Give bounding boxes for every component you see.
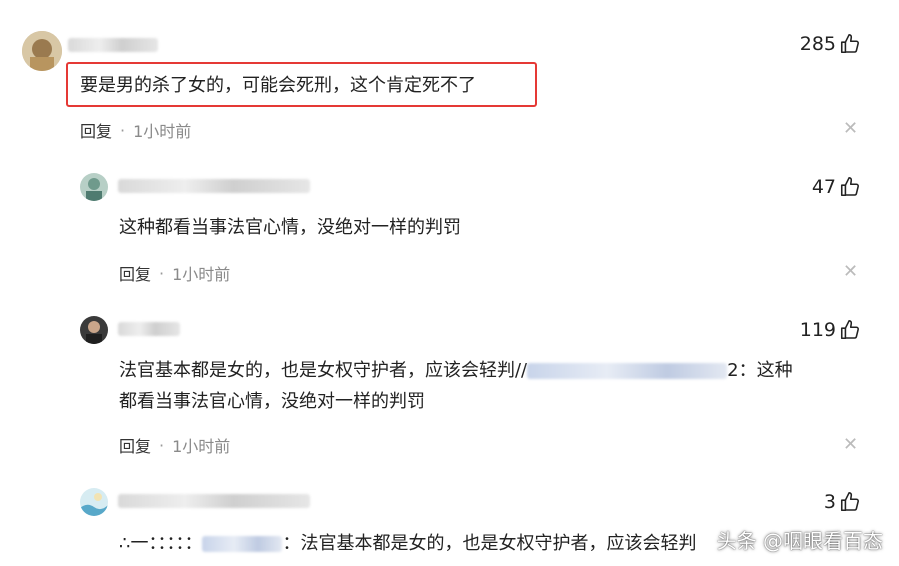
like-count: 3	[823, 491, 836, 513]
separator-dot: ·	[159, 263, 165, 283]
username[interactable]	[118, 494, 310, 508]
like-button[interactable]: 285	[800, 33, 861, 55]
comment-text-line1-a: 法官基本都是女的，也是女权守护者，应该会轻判//	[119, 360, 528, 381]
username[interactable]	[68, 38, 158, 52]
close-icon[interactable]: ✕	[843, 436, 858, 454]
separator-dot: ·	[159, 435, 165, 455]
timestamp: 1小时前	[172, 265, 231, 284]
close-icon[interactable]: ✕	[843, 263, 858, 281]
comment-text-line2: 都看当事法官心情，没绝对一样的判罚	[119, 391, 425, 412]
thumbs-up-icon	[840, 34, 859, 54]
username[interactable]	[118, 322, 180, 336]
avatar[interactable]	[80, 173, 108, 201]
like-count: 285	[799, 33, 836, 55]
like-button[interactable]: 47	[812, 176, 861, 198]
avatar[interactable]	[80, 488, 108, 516]
reply-button[interactable]: 回复	[119, 261, 151, 285]
comment-text: 要是男的杀了女的，可能会死刑，这个肯定死不了	[80, 75, 476, 96]
watermark: 头条 @咽眼看百态	[716, 529, 883, 553]
comment-text-main: ：法官基本都是女的，也是女权守护者，应该会轻判	[282, 533, 697, 554]
reply-button[interactable]: 回复	[80, 118, 112, 142]
like-button[interactable]: 3	[824, 491, 861, 513]
username[interactable]	[118, 179, 310, 193]
like-button[interactable]: 119	[800, 319, 861, 341]
avatar[interactable]	[22, 31, 62, 71]
timestamp: 1小时前	[172, 437, 231, 456]
mention-blur[interactable]	[527, 363, 728, 379]
thumbs-up-icon	[840, 320, 859, 340]
avatar[interactable]	[80, 316, 108, 344]
comment-text-prefix: ∴一：：：：：	[119, 533, 203, 554]
reply-button[interactable]: 回复	[119, 433, 151, 457]
close-icon[interactable]: ✕	[843, 120, 858, 138]
mention-blur[interactable]	[202, 536, 283, 552]
thumbs-up-icon	[840, 177, 859, 197]
separator-dot: ·	[120, 120, 126, 140]
comment-text-line1-b: 2：这种	[727, 360, 793, 381]
thumbs-up-icon	[840, 492, 859, 512]
like-count: 119	[799, 319, 836, 341]
like-count: 47	[811, 176, 836, 198]
comment-text: 这种都看当事法官心情，没绝对一样的判罚	[119, 217, 461, 238]
comment-text: 法官基本都是女的，也是女权守护者，应该会轻判// 2：这种 都看当事法官心情，没绝…	[119, 355, 859, 417]
timestamp: 1小时前	[133, 122, 192, 141]
